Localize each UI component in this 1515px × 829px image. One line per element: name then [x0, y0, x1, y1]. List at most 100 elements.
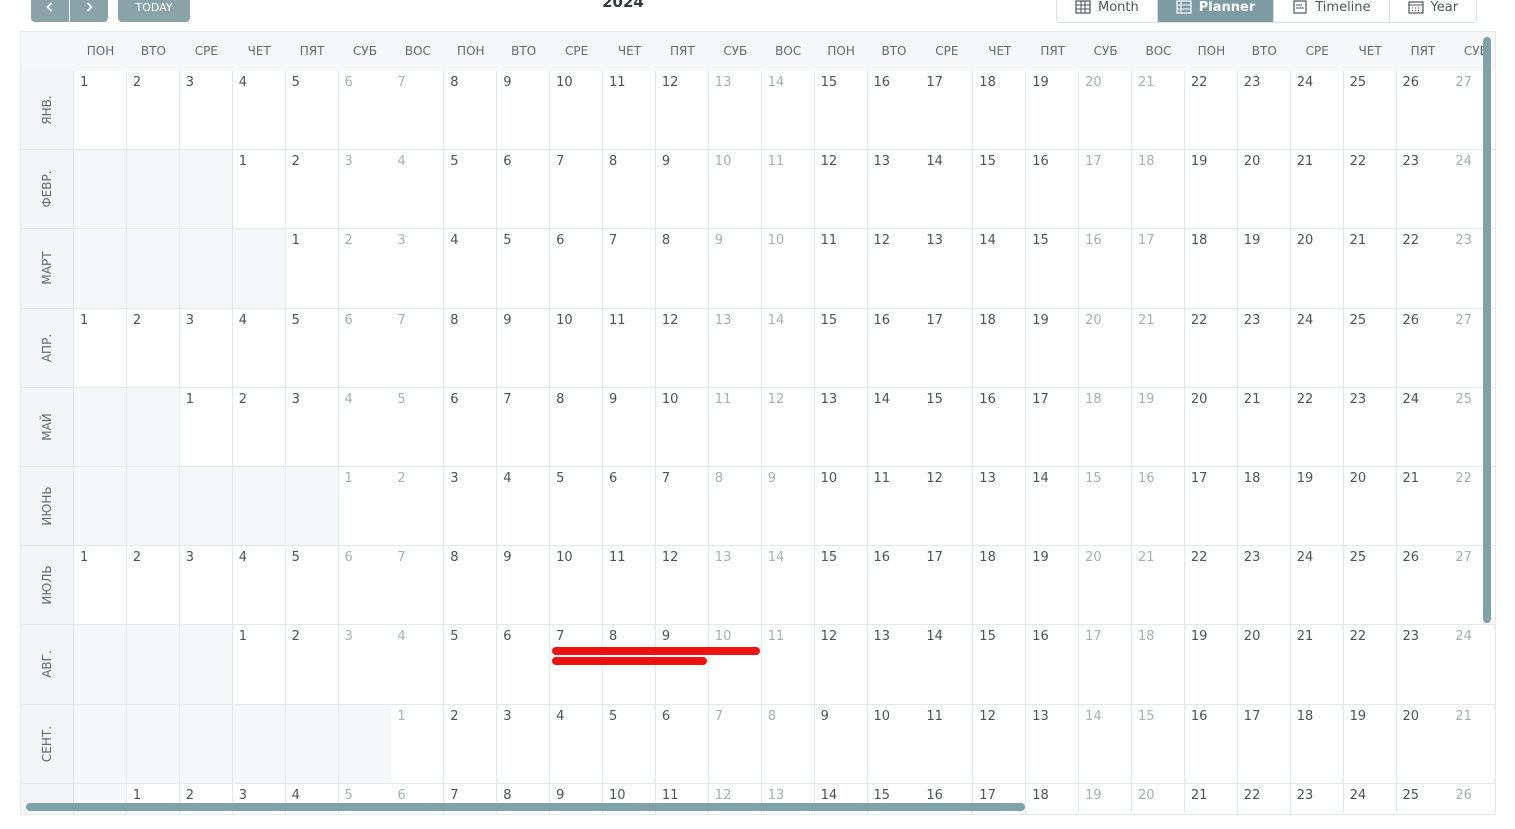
- day-cell[interactable]: 3: [285, 387, 339, 467]
- day-cell[interactable]: 9: [814, 704, 868, 784]
- day-cell[interactable]: 21: [1132, 546, 1185, 626]
- day-cell[interactable]: 17: [1079, 625, 1133, 705]
- day-cell[interactable]: 14: [1079, 704, 1133, 784]
- day-cell[interactable]: 18: [1290, 704, 1344, 784]
- day-cell[interactable]: 18: [1132, 625, 1185, 705]
- day-cell[interactable]: 11: [761, 625, 815, 705]
- day-cell[interactable]: 1: [74, 308, 127, 388]
- day-cell[interactable]: 16: [1132, 467, 1185, 547]
- day-cell[interactable]: 4: [444, 229, 498, 309]
- day-cell[interactable]: 2: [285, 150, 339, 230]
- day-cell[interactable]: 17: [1237, 704, 1291, 784]
- day-cell[interactable]: 10: [550, 71, 604, 151]
- day-cell[interactable]: 9: [497, 546, 551, 626]
- day-cell[interactable]: 14: [920, 150, 974, 230]
- day-cell[interactable]: 2: [285, 625, 339, 705]
- day-cell[interactable]: 15: [814, 71, 868, 151]
- day-cell[interactable]: 12: [920, 467, 974, 547]
- day-cell[interactable]: 5: [444, 625, 498, 705]
- day-cell[interactable]: 11: [920, 704, 974, 784]
- day-cell[interactable]: 13: [814, 387, 868, 467]
- day-cell[interactable]: 21: [1184, 783, 1238, 814]
- day-cell[interactable]: 5: [285, 71, 339, 151]
- day-cell[interactable]: 21: [1290, 150, 1344, 230]
- day-cell[interactable]: 11: [603, 546, 656, 626]
- day-cell[interactable]: 7: [655, 467, 709, 547]
- day-cell[interactable]: 1: [74, 546, 127, 626]
- day-cell[interactable]: 16: [1079, 229, 1133, 309]
- day-cell[interactable]: 18: [973, 308, 1027, 388]
- day-cell[interactable]: 20: [1079, 308, 1133, 388]
- next-button[interactable]: [70, 0, 108, 22]
- day-cell[interactable]: 15: [1026, 229, 1080, 309]
- day-cell[interactable]: 7: [708, 704, 762, 784]
- day-cell[interactable]: 6: [497, 625, 551, 705]
- day-cell[interactable]: 16: [1026, 625, 1080, 705]
- day-cell[interactable]: 13: [867, 625, 921, 705]
- day-cell[interactable]: 5: [497, 229, 551, 309]
- day-cell[interactable]: 6: [338, 71, 392, 151]
- day-cell[interactable]: 18: [1184, 229, 1238, 309]
- vertical-scrollbar[interactable]: [1483, 37, 1491, 623]
- day-cell[interactable]: 9: [655, 150, 709, 230]
- day-cell[interactable]: 10: [814, 467, 868, 547]
- day-cell[interactable]: 14: [920, 625, 974, 705]
- day-cell[interactable]: 1: [74, 71, 127, 151]
- day-cell[interactable]: 20: [1396, 704, 1450, 784]
- day-cell[interactable]: 20: [1343, 467, 1397, 547]
- day-cell[interactable]: 26: [1449, 783, 1495, 814]
- horizontal-scrollbar[interactable]: [26, 803, 1025, 811]
- day-cell[interactable]: 7: [603, 229, 656, 309]
- day-cell[interactable]: 4: [391, 625, 445, 705]
- day-cell[interactable]: 21: [1449, 704, 1495, 784]
- day-cell[interactable]: 1: [232, 625, 286, 705]
- day-cell[interactable]: 22: [1237, 783, 1291, 814]
- day-cell[interactable]: 10: [708, 150, 762, 230]
- day-cell[interactable]: 23: [1237, 546, 1291, 626]
- day-cell[interactable]: 25: [1343, 308, 1397, 388]
- day-cell[interactable]: 18: [973, 71, 1027, 151]
- day-cell[interactable]: 19: [1026, 308, 1080, 388]
- day-cell[interactable]: 20: [1290, 229, 1344, 309]
- day-cell[interactable]: 12: [867, 229, 921, 309]
- day-cell[interactable]: 11: [603, 308, 656, 388]
- day-cell[interactable]: 24: [1290, 308, 1344, 388]
- day-cell[interactable]: 22: [1184, 71, 1238, 151]
- day-cell[interactable]: 16: [1026, 150, 1080, 230]
- day-cell[interactable]: 19: [1184, 150, 1238, 230]
- day-cell[interactable]: 4: [338, 387, 392, 467]
- day-cell[interactable]: 3: [179, 308, 233, 388]
- day-cell[interactable]: 15: [1132, 704, 1185, 784]
- day-cell[interactable]: 2: [126, 71, 180, 151]
- day-cell[interactable]: 20: [1079, 546, 1133, 626]
- day-cell[interactable]: 6: [497, 150, 551, 230]
- day-cell[interactable]: 19: [1026, 71, 1080, 151]
- day-cell[interactable]: 12: [814, 150, 868, 230]
- day-cell[interactable]: 10: [708, 625, 762, 705]
- day-cell[interactable]: 4: [391, 150, 445, 230]
- day-cell[interactable]: 16: [1184, 704, 1238, 784]
- day-cell[interactable]: 17: [1026, 387, 1080, 467]
- day-cell[interactable]: 1: [338, 467, 392, 547]
- day-cell[interactable]: 2: [338, 229, 392, 309]
- day-cell[interactable]: 24: [1290, 546, 1344, 626]
- day-cell[interactable]: 15: [973, 625, 1027, 705]
- day-cell[interactable]: 8: [444, 308, 498, 388]
- day-cell[interactable]: 3: [497, 704, 551, 784]
- day-cell[interactable]: 7: [497, 387, 551, 467]
- day-cell[interactable]: 8: [444, 546, 498, 626]
- day-cell[interactable]: 13: [867, 150, 921, 230]
- day-cell[interactable]: 20: [1237, 625, 1291, 705]
- day-cell[interactable]: 11: [603, 71, 656, 151]
- day-cell[interactable]: 15: [814, 546, 868, 626]
- day-cell[interactable]: 23: [1237, 308, 1291, 388]
- day-cell[interactable]: 24: [1290, 71, 1344, 151]
- day-cell[interactable]: 22: [1343, 625, 1397, 705]
- day-cell[interactable]: 19: [1290, 467, 1344, 547]
- day-cell[interactable]: 14: [761, 308, 815, 388]
- day-cell[interactable]: 2: [126, 546, 180, 626]
- day-cell[interactable]: 8: [655, 229, 709, 309]
- day-cell[interactable]: 3: [179, 546, 233, 626]
- day-cell[interactable]: 4: [550, 704, 604, 784]
- prev-button[interactable]: [31, 0, 69, 22]
